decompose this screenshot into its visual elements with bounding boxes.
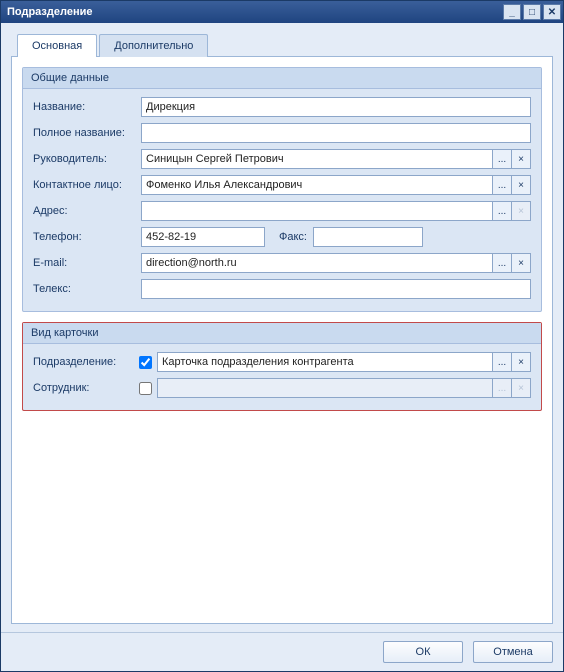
group-cardview-body: Подразделение: ... ×	[23, 344, 541, 410]
label-contact: Контактное лицо:	[33, 179, 141, 191]
email-browse-button[interactable]: ...	[492, 253, 512, 273]
input-contact[interactable]	[141, 175, 493, 195]
label-manager: Руководитель:	[33, 153, 141, 165]
contact-clear-button[interactable]: ×	[511, 175, 531, 195]
maximize-button[interactable]: □	[523, 4, 541, 20]
input-employee-card	[157, 378, 493, 398]
input-phone[interactable]	[141, 227, 265, 247]
department-card-browse-button[interactable]: ...	[492, 352, 512, 372]
input-address[interactable]	[141, 201, 493, 221]
label-name: Название:	[33, 101, 141, 113]
label-fax: Факс:	[265, 231, 313, 243]
picker-employee-card: ... ×	[157, 378, 531, 398]
group-cardview-title: Вид карточки	[23, 323, 541, 344]
label-phone: Телефон:	[33, 231, 141, 243]
manager-browse-button[interactable]: ...	[492, 149, 512, 169]
window-title: Подразделение	[7, 6, 501, 18]
department-card-clear-button[interactable]: ×	[511, 352, 531, 372]
ok-button[interactable]: ОК	[383, 641, 463, 663]
group-cardview: Вид карточки Подразделение: ... ×	[22, 322, 542, 411]
contact-browse-button[interactable]: ...	[492, 175, 512, 195]
manager-clear-button[interactable]: ×	[511, 149, 531, 169]
group-general: Общие данные Название: Полное название:	[22, 67, 542, 312]
picker-contact: ... ×	[141, 175, 531, 195]
minimize-button[interactable]: _	[503, 4, 521, 20]
picker-manager: ... ×	[141, 149, 531, 169]
employee-card-clear-button: ×	[511, 378, 531, 398]
input-fullname[interactable]	[141, 123, 531, 143]
client-area: Основная Дополнительно Общие данные Назв…	[1, 23, 563, 632]
employee-card-browse-button: ...	[492, 378, 512, 398]
titlebar-buttons: _ □ ✕	[501, 4, 561, 20]
label-department: Подразделение:	[33, 356, 133, 368]
checkbox-employee[interactable]	[139, 382, 152, 395]
label-address: Адрес:	[33, 205, 141, 217]
input-name[interactable]	[141, 97, 531, 117]
close-button[interactable]: ✕	[543, 4, 561, 20]
tab-page-main: Общие данные Название: Полное название:	[11, 56, 553, 624]
input-department-card[interactable]	[157, 352, 493, 372]
email-clear-button[interactable]: ×	[511, 253, 531, 273]
picker-email: ... ×	[141, 253, 531, 273]
input-email[interactable]	[141, 253, 493, 273]
tab-additional[interactable]: Дополнительно	[99, 34, 208, 57]
label-employee: Сотрудник:	[33, 382, 133, 394]
tab-main[interactable]: Основная	[17, 34, 97, 57]
label-telex: Телекс:	[33, 283, 141, 295]
input-fax[interactable]	[313, 227, 423, 247]
label-fullname: Полное название:	[33, 127, 141, 139]
picker-department-card: ... ×	[157, 352, 531, 372]
address-clear-button: ×	[511, 201, 531, 221]
group-general-title: Общие данные	[23, 68, 541, 89]
input-manager[interactable]	[141, 149, 493, 169]
picker-address: ... ×	[141, 201, 531, 221]
dialog-footer: ОК Отмена	[1, 632, 563, 671]
cancel-button[interactable]: Отмена	[473, 641, 553, 663]
checkbox-department[interactable]	[139, 356, 152, 369]
window: Подразделение _ □ ✕ Основная Дополнитель…	[0, 0, 564, 672]
label-email: E-mail:	[33, 257, 141, 269]
tabstrip: Основная Дополнительно	[11, 34, 553, 57]
address-browse-button[interactable]: ...	[492, 201, 512, 221]
group-general-body: Название: Полное название: Руководитель:	[23, 89, 541, 311]
titlebar: Подразделение _ □ ✕	[1, 1, 563, 23]
input-telex[interactable]	[141, 279, 531, 299]
